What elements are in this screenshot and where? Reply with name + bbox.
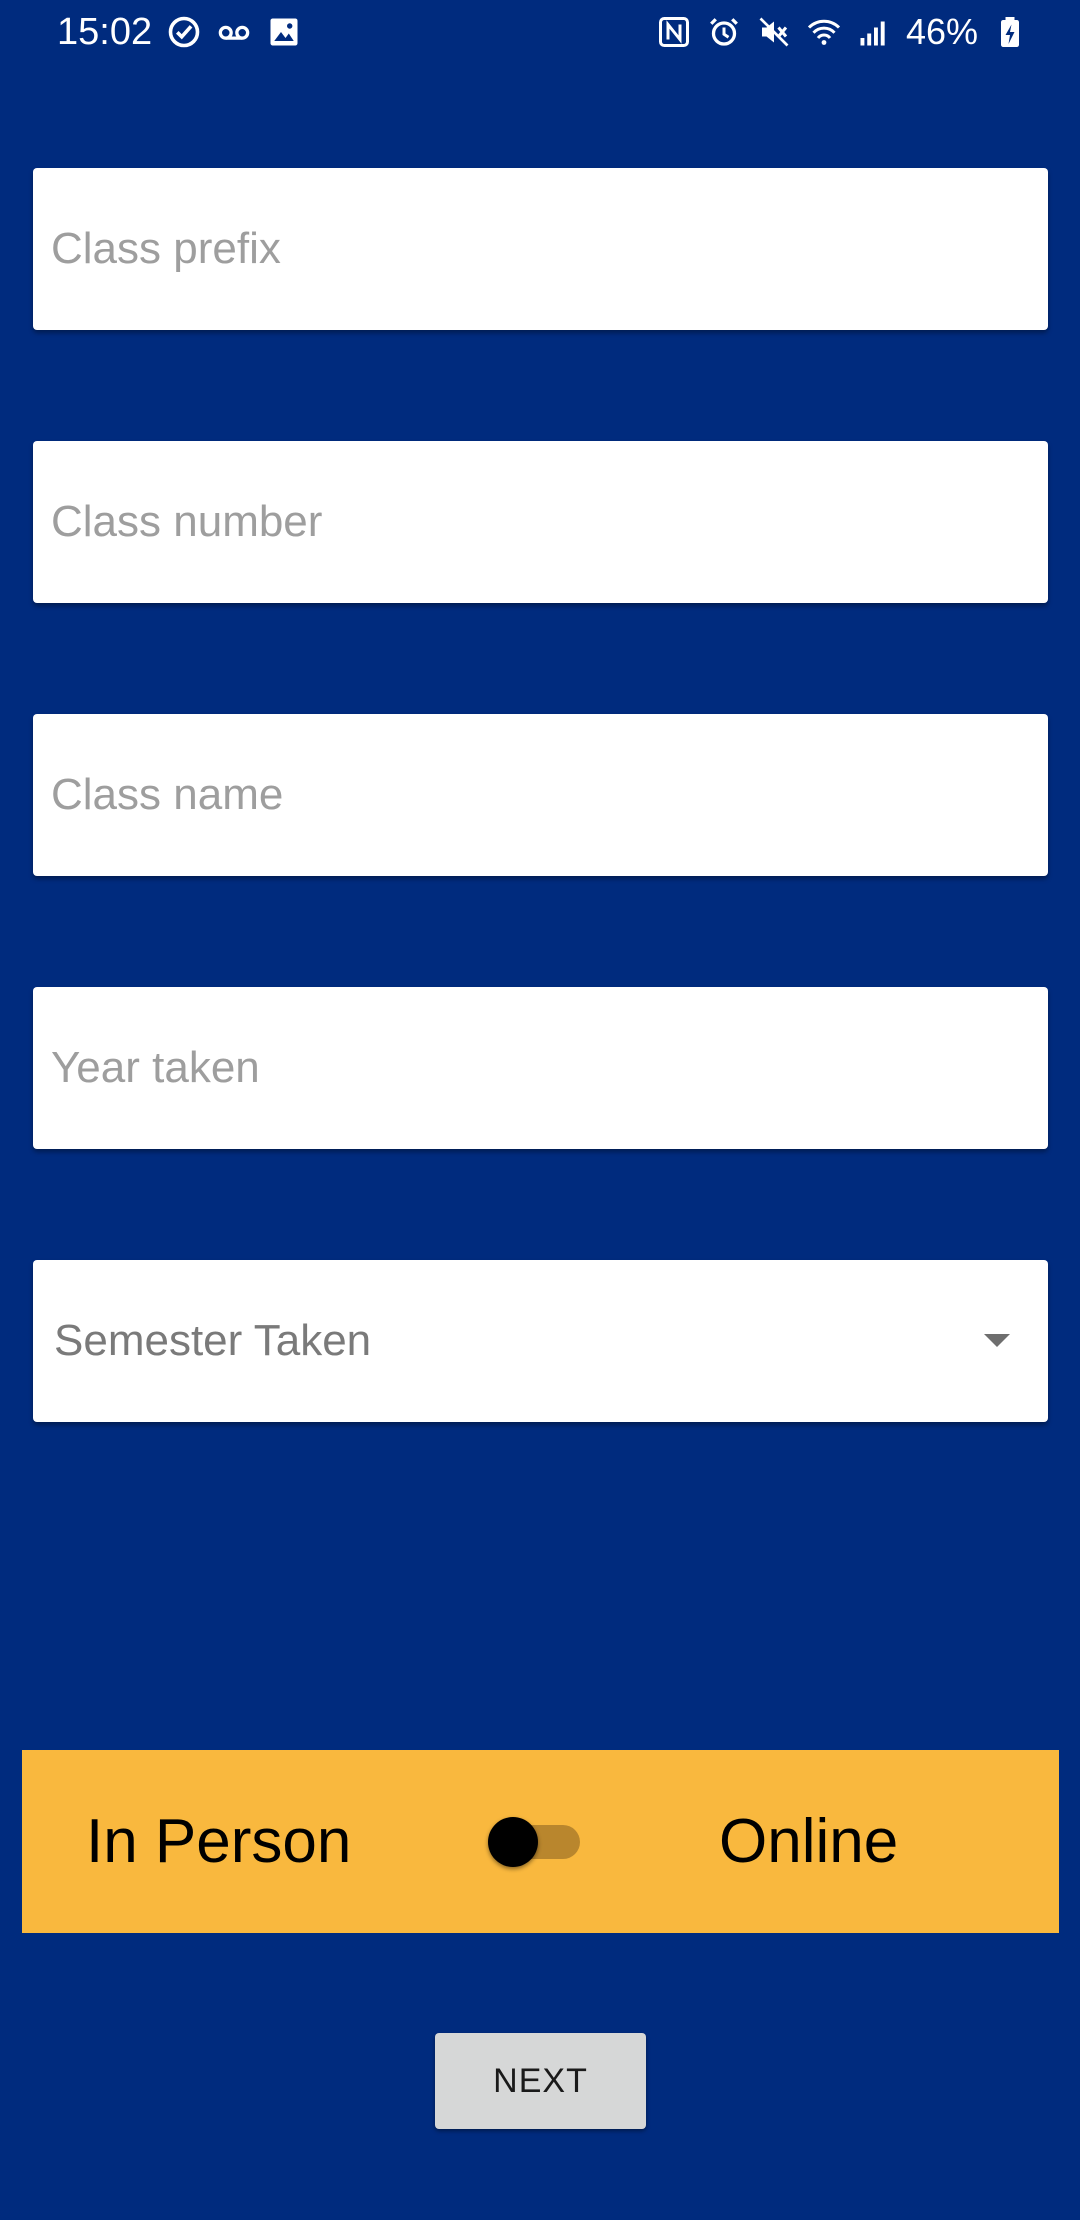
in-person-label: In Person [86, 1807, 352, 1876]
battery-charging-icon [992, 14, 1028, 50]
status-left-group: 15:02 [57, 8, 302, 56]
dropdown-arrow-icon [984, 1334, 1010, 1347]
voicemail-icon [216, 14, 252, 50]
online-label: Online [719, 1807, 899, 1876]
mode-toggle-bar: In Person Online [22, 1750, 1059, 1933]
battery-percent: 46% [905, 11, 978, 52]
semester-taken-select[interactable]: Semester Taken [33, 1260, 1048, 1422]
semester-selected-value: Semester Taken [54, 1316, 372, 1365]
class-name-input[interactable] [33, 714, 1048, 876]
signal-icon [856, 14, 892, 50]
year-taken-field[interactable] [33, 987, 1048, 1149]
class-number-field[interactable] [33, 441, 1048, 603]
class-prefix-input[interactable] [33, 168, 1048, 330]
wifi-icon [806, 14, 842, 50]
nfc-icon [656, 14, 692, 50]
status-time: 15:02 [57, 11, 153, 53]
check-circle-icon [166, 14, 202, 50]
class-number-input[interactable] [33, 441, 1048, 603]
alarm-icon [706, 14, 742, 50]
class-prefix-field[interactable] [33, 168, 1048, 330]
switch-thumb[interactable] [488, 1817, 538, 1867]
mode-switch[interactable] [488, 1814, 588, 1870]
image-icon [266, 14, 302, 50]
year-taken-input[interactable] [33, 987, 1048, 1149]
mute-icon [756, 14, 792, 50]
class-name-field[interactable] [33, 714, 1048, 876]
status-right-group: 46% [656, 8, 1028, 56]
next-button[interactable]: NEXT [435, 2033, 646, 2129]
status-bar: 15:02 46% [0, 0, 1080, 66]
